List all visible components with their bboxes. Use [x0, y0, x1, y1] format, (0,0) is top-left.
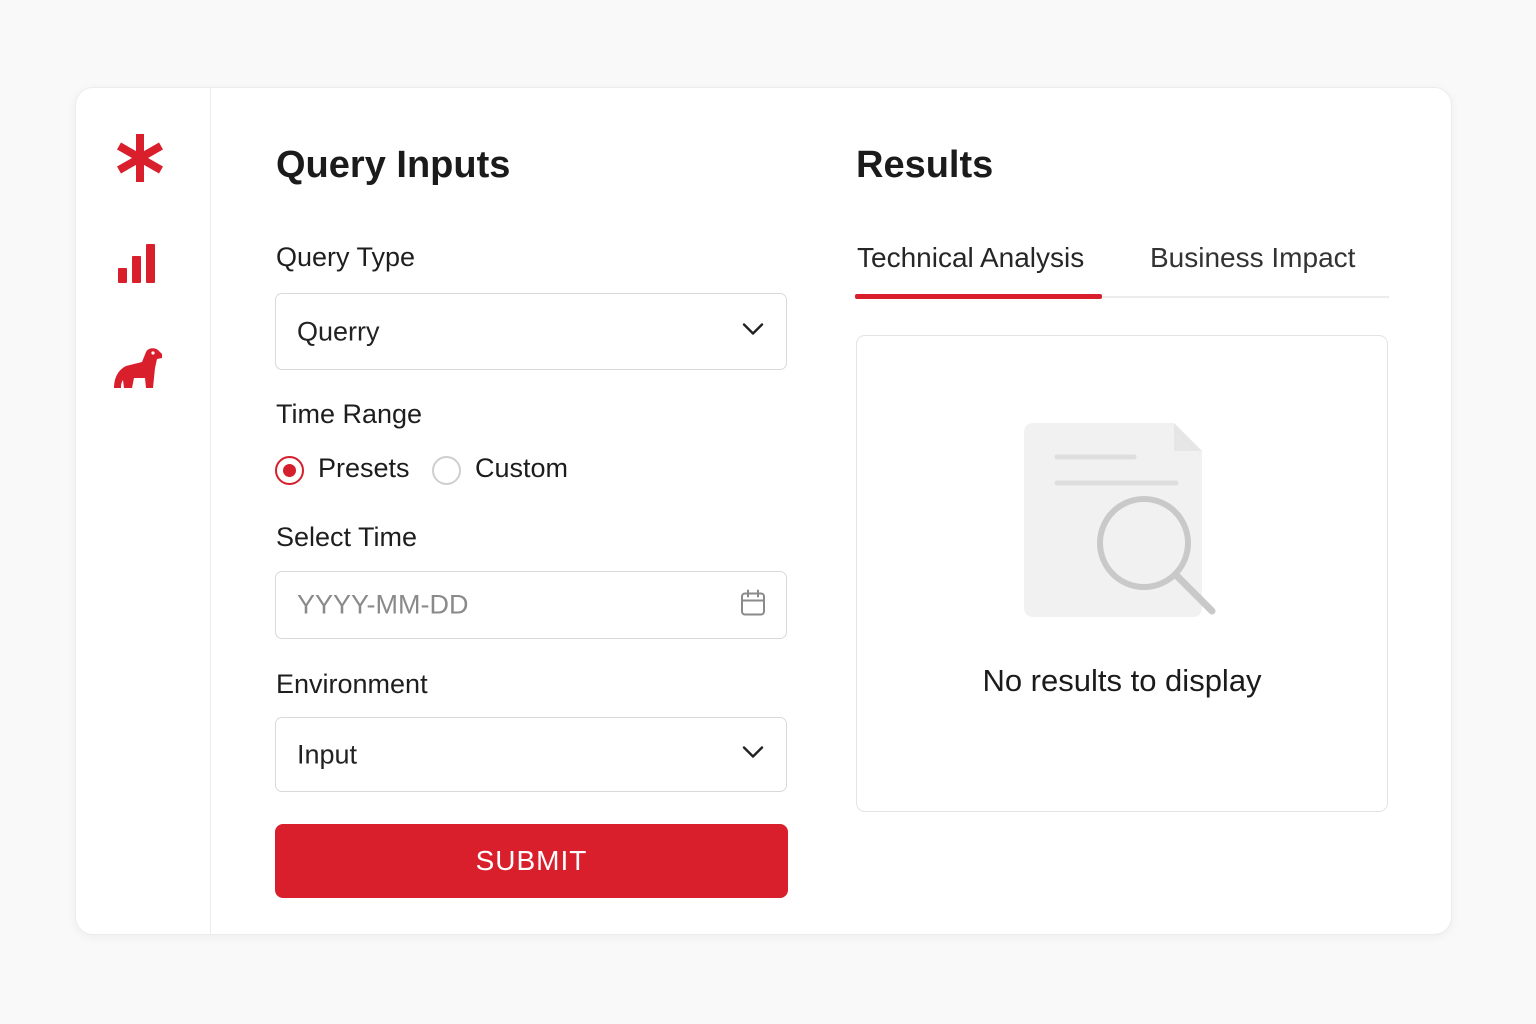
date-placeholder: YYYY-MM-DD [297, 589, 469, 620]
tab-business-impact[interactable]: Business Impact [1150, 242, 1355, 274]
results-tabs: Technical Analysis Business Impact [855, 238, 1389, 299]
select-time-label: Select Time [276, 522, 418, 552]
custom-radio-label: Custom [475, 453, 569, 483]
chevron-down-icon [742, 745, 764, 764]
submit-button[interactable]: SUBMIT [275, 824, 788, 898]
query-type-label: Query Type [276, 242, 416, 272]
active-tab-indicator [855, 294, 1102, 299]
empty-state-message: No results to display [982, 663, 1262, 698]
query-inputs-title: Query Inputs [276, 144, 511, 186]
query-type-select[interactable]: Querry [275, 293, 787, 370]
environment-select[interactable]: Input [275, 717, 787, 792]
presets-radio-label: Presets [318, 453, 410, 483]
calendar-icon[interactable] [740, 589, 766, 622]
main-card: Query Inputs Query Type Querry Time Rang… [75, 87, 1452, 935]
radio-checked-icon [275, 456, 304, 485]
environment-label: Environment [276, 669, 428, 699]
dog-icon[interactable] [112, 344, 164, 390]
document-search-icon [1024, 423, 1220, 628]
date-input[interactable]: YYYY-MM-DD [275, 571, 787, 639]
chevron-down-icon [742, 322, 764, 341]
tab-technical-analysis[interactable]: Technical Analysis [857, 242, 1084, 274]
bar-chart-icon[interactable] [116, 242, 158, 284]
results-title: Results [856, 144, 994, 186]
radio-unchecked-icon [432, 456, 461, 485]
results-panel: No results to display [856, 335, 1388, 812]
environment-value: Input [297, 739, 358, 769]
asterisk-icon[interactable] [114, 132, 166, 184]
query-type-value: Querry [297, 316, 380, 346]
time-range-label: Time Range [276, 399, 423, 429]
sidebar [76, 88, 211, 934]
